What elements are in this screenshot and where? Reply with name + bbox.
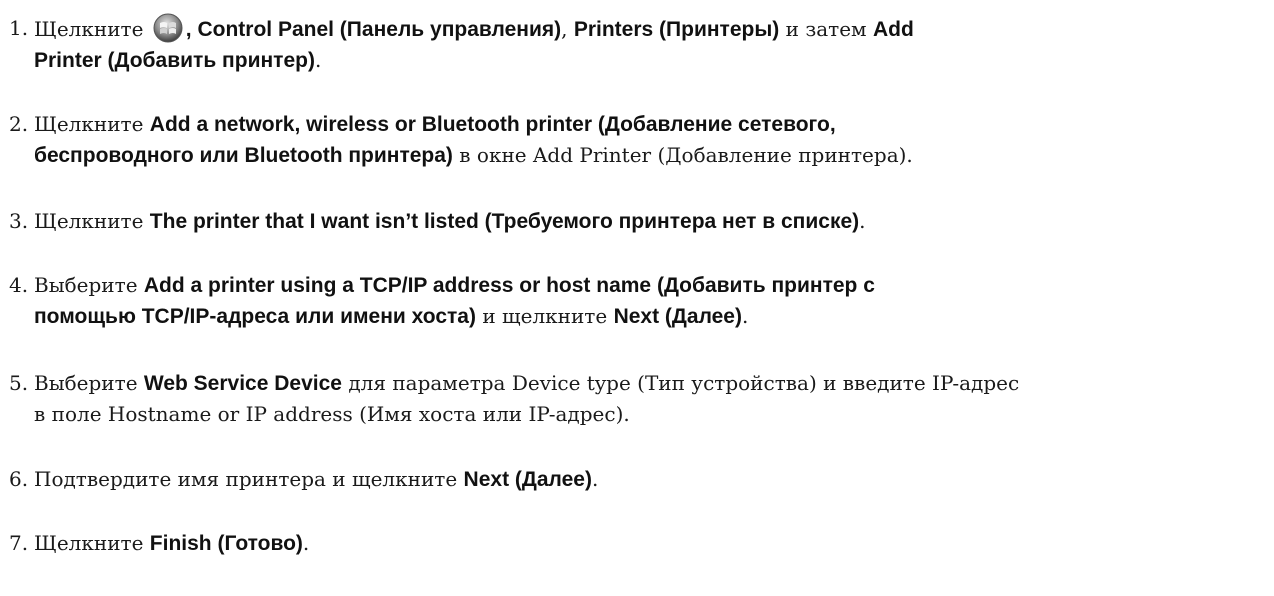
web-service-device-text: Web Service Device bbox=[143, 372, 342, 395]
step-text: Подтвердите имя принтера и щелкните Next… bbox=[34, 464, 1266, 495]
step-text: Щелкните , Control Panel (Панель управле… bbox=[34, 13, 1266, 76]
step-plain-text: Подтвердите имя принтера и щелкните bbox=[34, 467, 458, 491]
printer-not-listed-text: The printer that I want isn’t listed (Тр… bbox=[149, 210, 860, 233]
tcp-ip-option-text: помощью TCP/IP-адреса или имени хоста) bbox=[34, 305, 476, 328]
step-plain-text: Щелкните bbox=[34, 209, 144, 233]
step-plain-text: . bbox=[859, 209, 866, 233]
step-number: 5. bbox=[9, 371, 29, 395]
step-plain-text: . bbox=[314, 48, 322, 72]
instructions-document: 1. Щелкните , Control Panel (Панель упра… bbox=[0, 0, 1274, 596]
step-number: 6. bbox=[9, 467, 29, 491]
step-text: Щелкните The printer that I want isn’t l… bbox=[34, 206, 1266, 237]
step-number: 4. bbox=[9, 273, 29, 297]
step-plain-text: для параметра Device type (Тип устройств… bbox=[341, 371, 1020, 395]
step-plain-text: Выберите bbox=[34, 371, 138, 395]
step-plain-text: . bbox=[591, 467, 599, 491]
add-network-printer-text: Add a network, wireless or Bluetooth pri… bbox=[149, 113, 836, 136]
add-printer-text: Add bbox=[872, 18, 914, 41]
step-number: 2. bbox=[9, 112, 29, 136]
step-plain-text: Выберите bbox=[34, 273, 138, 297]
step-plain-text: , bbox=[561, 17, 568, 41]
step-plain-text: и затем bbox=[779, 17, 867, 41]
add-printer-text: Printer (Добавить принтер) bbox=[34, 49, 315, 72]
step-text: Щелкните Finish (Готово). bbox=[34, 528, 1266, 559]
step-plain-text: . bbox=[302, 531, 310, 555]
finish-text: Finish (Готово) bbox=[149, 532, 303, 555]
step-text: Выберите Web Service Device для параметр… bbox=[34, 368, 1266, 430]
tcp-ip-option-text: Add a printer using a TCP/IP address or … bbox=[143, 274, 875, 297]
step-number: 3. bbox=[9, 209, 29, 233]
step-plain-text: в окне Add Printer (Добавление принтера)… bbox=[452, 143, 913, 167]
step-plain-text: Щелкните bbox=[34, 112, 144, 136]
step-plain-text: . bbox=[741, 304, 749, 328]
step-text: Выберите Add a printer using a TCP/IP ad… bbox=[34, 270, 1266, 332]
printers-text: Printers (Принтеры) bbox=[573, 18, 780, 41]
next-text: Next (Далее) bbox=[613, 305, 742, 328]
step-plain-text: Щелкните bbox=[34, 17, 144, 41]
step-plain-text: в поле Hostname or IP address (Имя хоста… bbox=[34, 402, 630, 426]
step-number: 7. bbox=[9, 531, 29, 555]
step-number: 1. bbox=[9, 16, 29, 40]
next-text: Next (Далее) bbox=[463, 468, 592, 491]
step-plain-text: и щелкните bbox=[475, 304, 608, 328]
step-text: Щелкните Add a network, wireless or Blue… bbox=[34, 109, 1266, 171]
add-network-printer-text: беспроводного или Bluetooth принтера) bbox=[34, 144, 453, 167]
step-plain-text: Щелкните bbox=[34, 531, 144, 555]
windows-start-icon bbox=[152, 13, 184, 43]
control-panel-text: , Control Panel (Панель управления) bbox=[185, 18, 562, 41]
